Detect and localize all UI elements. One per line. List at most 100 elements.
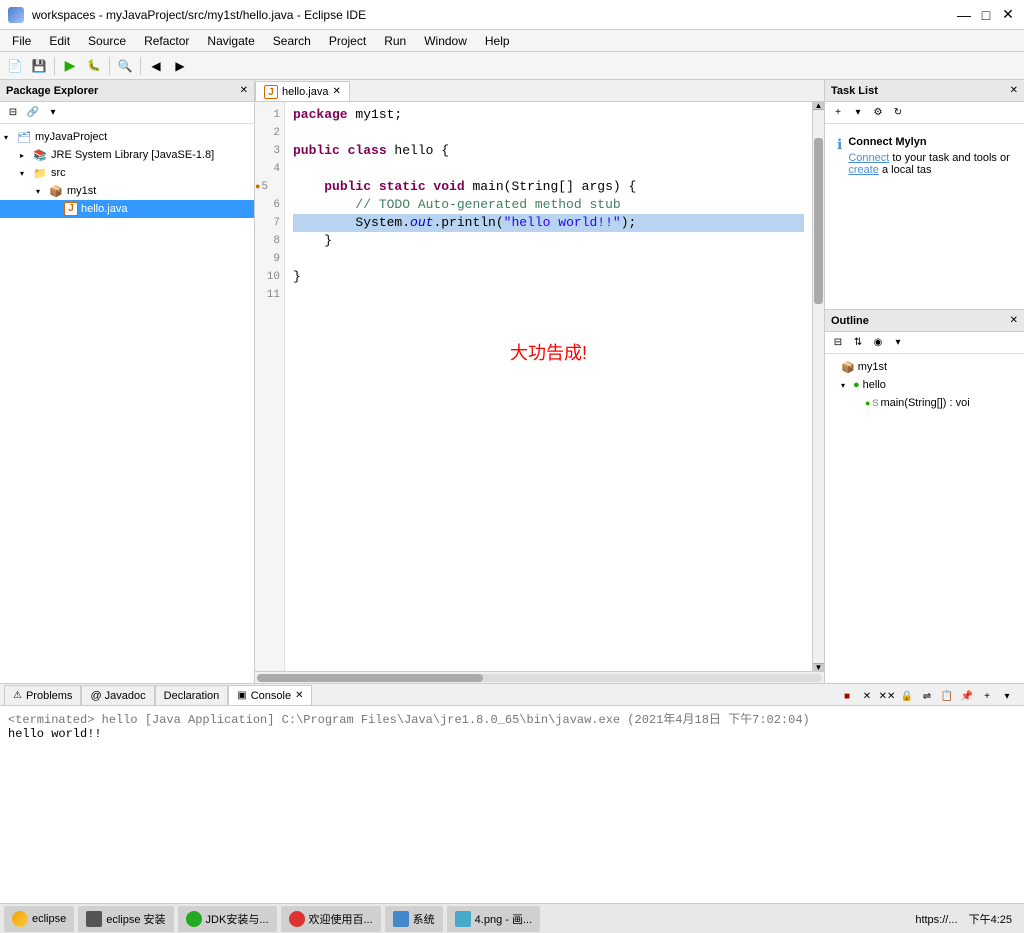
code-line-11 bbox=[293, 286, 804, 304]
open-console-button[interactable]: 📋 bbox=[938, 687, 956, 705]
taskbar-eclipse-install[interactable]: eclipse 安装 bbox=[78, 906, 173, 932]
console-view-menu-button[interactable]: ▾ bbox=[998, 687, 1016, 705]
new-task-button[interactable]: + bbox=[829, 104, 847, 122]
outline-sort-button[interactable]: ⇅ bbox=[849, 334, 867, 352]
package-explorer-close-icon[interactable]: ✕ bbox=[240, 85, 248, 96]
package-explorer-toolbar: ⊟ 🔗 ▾ bbox=[0, 102, 254, 124]
taskbar-image[interactable]: 4.png - 画... bbox=[447, 906, 540, 932]
tree-item-project[interactable]: ▾ 🗂 myJavaProject bbox=[0, 128, 254, 146]
outline-method-label: main(String[]) : voi bbox=[880, 397, 969, 409]
code-line-2 bbox=[293, 124, 804, 142]
outline-title: Outline bbox=[831, 315, 869, 327]
menu-item-source[interactable]: Source bbox=[80, 32, 134, 50]
package-explorer-title: Package Explorer bbox=[6, 85, 98, 97]
titlebar-title: workspaces - myJavaProject/src/my1st/hel… bbox=[32, 8, 948, 22]
code-editor[interactable]: package my1st; public class hello { publ… bbox=[285, 102, 812, 671]
outline-settings-button[interactable]: ▾ bbox=[889, 334, 907, 352]
filter-tasks-button[interactable]: ▾ bbox=[849, 104, 867, 122]
menu-item-run[interactable]: Run bbox=[376, 32, 414, 50]
minimize-button[interactable]: — bbox=[956, 7, 972, 23]
info-icon: ℹ bbox=[837, 136, 842, 153]
outline-item-package[interactable]: 📦 my1st bbox=[825, 358, 1024, 376]
javadoc-label: @ Javadoc bbox=[90, 690, 145, 702]
declaration-label: Declaration bbox=[164, 690, 220, 702]
menu-item-navigate[interactable]: Navigate bbox=[199, 32, 262, 50]
forward-button[interactable]: ▶ bbox=[169, 55, 191, 77]
outline-class-label: hello bbox=[863, 379, 886, 391]
horizontal-scrollbar[interactable] bbox=[255, 671, 824, 683]
scroll-lock-button[interactable]: 🔒 bbox=[898, 687, 916, 705]
menu-item-refactor[interactable]: Refactor bbox=[136, 32, 197, 50]
tree-item-src[interactable]: ▾ 📁 src bbox=[0, 164, 254, 182]
menu-item-search[interactable]: Search bbox=[265, 32, 319, 50]
task-refresh-button[interactable]: ↻ bbox=[889, 104, 907, 122]
link-with-editor-button[interactable]: 🔗 bbox=[24, 104, 42, 122]
create-link[interactable]: create bbox=[848, 164, 879, 176]
system-tray: https://... 下午4:25 bbox=[915, 911, 1020, 927]
task-settings-button[interactable]: ⚙ bbox=[869, 104, 887, 122]
new-console-button[interactable]: + bbox=[978, 687, 996, 705]
jar-icon: 📚 bbox=[32, 147, 48, 163]
tree-item-package[interactable]: ▾ 📦 my1st bbox=[0, 182, 254, 200]
outline-item-class[interactable]: ▾ ● hello bbox=[825, 376, 1024, 394]
bottom-tabs: ⚠ Problems @ Javadoc Declaration ▣ Conso… bbox=[0, 684, 1024, 706]
menu-item-edit[interactable]: Edit bbox=[41, 32, 78, 50]
vertical-scrollbar[interactable]: ▲ ▼ bbox=[812, 102, 824, 671]
status-info: https://... bbox=[915, 914, 957, 926]
console-output-line: hello world!! bbox=[8, 727, 1016, 741]
word-wrap-button[interactable]: ⇌ bbox=[918, 687, 936, 705]
pin-console-button[interactable]: 📌 bbox=[958, 687, 976, 705]
new-file-button[interactable]: 📄 bbox=[4, 55, 26, 77]
jdk-icon bbox=[186, 911, 202, 927]
tree-item-jre[interactable]: ▸ 📚 JRE System Library [JavaSE-1.8] bbox=[0, 146, 254, 164]
tab-javadoc[interactable]: @ Javadoc bbox=[81, 685, 154, 705]
image-icon bbox=[455, 911, 471, 927]
terminate-button[interactable]: ■ bbox=[838, 687, 856, 705]
tab-icon: J bbox=[264, 85, 278, 99]
menu-item-project[interactable]: Project bbox=[321, 32, 374, 50]
run-button[interactable]: ▶ bbox=[59, 55, 81, 77]
problems-label: Problems bbox=[26, 690, 72, 702]
connect-mylyn-text: Connect to your task and tools or create… bbox=[848, 152, 1012, 176]
outline-collapse-button[interactable]: ⊟ bbox=[829, 334, 847, 352]
task-content: ℹ Connect Mylyn Connect to your task and… bbox=[825, 124, 1024, 309]
menu-item-file[interactable]: File bbox=[4, 32, 39, 50]
menu-item-help[interactable]: Help bbox=[477, 32, 518, 50]
remove-button[interactable]: ✕ bbox=[858, 687, 876, 705]
close-button[interactable]: ✕ bbox=[1000, 7, 1016, 23]
task-list-toolbar: + ▾ ⚙ ↻ bbox=[825, 102, 1024, 124]
close-tab-icon[interactable]: ✕ bbox=[332, 86, 340, 97]
scroll-up-button[interactable]: ▲ bbox=[813, 102, 824, 110]
scroll-down-button[interactable]: ▼ bbox=[813, 663, 824, 671]
expand-jre-icon: ▸ bbox=[20, 151, 32, 160]
taskbar-browser[interactable]: 欢迎使用百... bbox=[281, 906, 381, 932]
outline-hide-fields-button[interactable]: ◉ bbox=[869, 334, 887, 352]
remove-all-button[interactable]: ✕✕ bbox=[878, 687, 896, 705]
taskbar-jdk[interactable]: JDK安装与... bbox=[178, 906, 277, 932]
expand-package-icon: ▾ bbox=[36, 187, 48, 196]
task-list-close-icon[interactable]: ✕ bbox=[1010, 85, 1018, 96]
eclipse-icon bbox=[8, 7, 24, 23]
save-button[interactable]: 💾 bbox=[28, 55, 50, 77]
outline-tree: 📦 my1st ▾ ● hello ● S main(String[]) : v… bbox=[825, 354, 1024, 683]
editor-tab-hello-java[interactable]: J hello.java ✕ bbox=[255, 81, 350, 101]
connect-link[interactable]: Connect bbox=[848, 152, 889, 164]
view-menu-button[interactable]: ▾ bbox=[44, 104, 62, 122]
taskbar-eclipse[interactable]: eclipse bbox=[4, 906, 74, 932]
tab-problems[interactable]: ⚠ Problems bbox=[4, 685, 81, 705]
maximize-button[interactable]: □ bbox=[978, 7, 994, 23]
tab-declaration[interactable]: Declaration bbox=[155, 685, 229, 705]
collapse-all-button[interactable]: ⊟ bbox=[4, 104, 22, 122]
close-console-tab-icon[interactable]: ✕ bbox=[295, 690, 303, 701]
tab-console[interactable]: ▣ Console ✕ bbox=[228, 685, 312, 705]
outline-item-method[interactable]: ● S main(String[]) : voi bbox=[825, 394, 1024, 412]
debug-button[interactable]: 🐛 bbox=[83, 55, 105, 77]
outline-close-icon[interactable]: ✕ bbox=[1010, 315, 1018, 326]
code-line-3: public class hello { bbox=[293, 142, 804, 160]
package-tree: ▾ 🗂 myJavaProject ▸ 📚 JRE System Library… bbox=[0, 124, 254, 683]
menu-item-window[interactable]: Window bbox=[416, 32, 475, 50]
taskbar-system[interactable]: 系统 bbox=[385, 906, 443, 932]
tree-item-hello-java[interactable]: J hello.java bbox=[0, 200, 254, 218]
search-button[interactable]: 🔍 bbox=[114, 55, 136, 77]
back-button[interactable]: ◀ bbox=[145, 55, 167, 77]
